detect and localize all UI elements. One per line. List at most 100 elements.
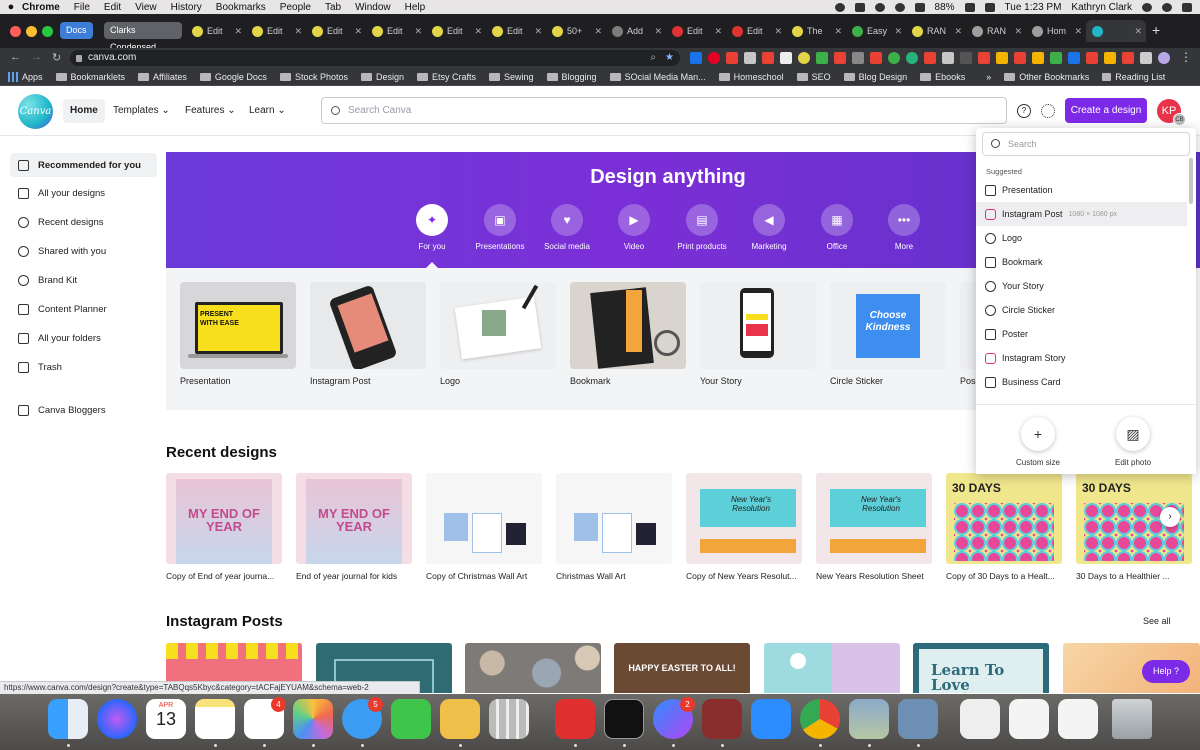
tab-close-icon[interactable]: ✕ <box>714 26 722 37</box>
search-zoom-icon[interactable]: ⌕ <box>650 50 656 66</box>
document-thumbnail-icon[interactable] <box>960 699 1000 739</box>
close-window-button[interactable] <box>10 26 21 37</box>
template-card[interactable]: Your Story <box>700 282 816 386</box>
photos-icon[interactable] <box>293 699 333 739</box>
bookmark-folder[interactable]: Etsy Crafts <box>416 72 476 82</box>
extension-icon[interactable] <box>690 52 702 64</box>
category-social-media[interactable]: ♥ Social media <box>532 204 602 251</box>
sidebar-item-recent[interactable]: Recent designs <box>10 210 157 234</box>
bookmark-folder[interactable]: Stock Photos <box>279 72 348 82</box>
tab-group-docs[interactable]: Docs <box>60 22 93 39</box>
browser-tab[interactable]: RAN ✕ <box>966 20 1026 42</box>
tab-close-icon[interactable]: ✕ <box>414 26 422 37</box>
document-thumbnail-icon[interactable] <box>1009 699 1049 739</box>
gear-icon[interactable] <box>1041 104 1055 118</box>
finder-icon[interactable] <box>48 699 88 739</box>
browser-tab[interactable]: Edit ✕ <box>486 20 546 42</box>
bookmark-folder[interactable]: Bookmarklets <box>55 72 125 82</box>
design-type-circle-sticker[interactable]: Circle Sticker <box>976 298 1187 322</box>
pinterest-icon[interactable] <box>708 52 720 64</box>
instagram-template-card[interactable] <box>465 643 601 693</box>
recent-design-card[interactable]: New Year's Resolution Copy of New Years … <box>686 473 802 581</box>
custom-size-button[interactable]: + Custom size <box>998 417 1078 467</box>
browser-tab[interactable]: The ✕ <box>786 20 846 42</box>
bookmark-folder[interactable]: Affiliates <box>138 72 187 82</box>
tab-close-icon[interactable]: ✕ <box>1134 26 1142 37</box>
bookmark-folder[interactable]: Sewing <box>489 72 534 82</box>
tab-close-icon[interactable]: ✕ <box>954 26 962 37</box>
extension-icon[interactable] <box>1068 52 1080 64</box>
extension-icon[interactable] <box>1104 52 1116 64</box>
forward-icon[interactable]: → <box>31 51 42 63</box>
mail-icon[interactable] <box>898 699 938 739</box>
control-center-icon[interactable] <box>1182 2 1192 12</box>
tab-close-icon[interactable]: ✕ <box>474 26 482 37</box>
menu-edit[interactable]: Edit <box>104 2 121 13</box>
help-button[interactable]: Help ? <box>1142 660 1190 683</box>
design-type-poster[interactable]: Poster <box>976 322 1187 346</box>
sidebar-item-trash[interactable]: Trash <box>10 355 157 379</box>
design-type-search-input[interactable]: Search <box>982 132 1190 156</box>
template-card[interactable]: Logo <box>440 282 556 386</box>
extension-icon[interactable] <box>726 52 738 64</box>
battery-percent[interactable]: 88% <box>935 2 955 13</box>
template-card[interactable]: Bookmark <box>570 282 686 386</box>
browser-tab[interactable]: Edit ✕ <box>306 20 366 42</box>
browser-tab[interactable]: Easy ✕ <box>846 20 906 42</box>
extension-icon[interactable] <box>798 52 810 64</box>
template-card[interactable]: Choose Kindness Circle Sticker <box>830 282 946 386</box>
recent-design-card[interactable]: Copy of Christmas Wall Art <box>426 473 542 581</box>
browser-tab[interactable]: RAN ✕ <box>906 20 966 42</box>
menu-tab[interactable]: Tab <box>325 2 341 13</box>
menu-app[interactable]: Chrome <box>22 2 60 13</box>
document-thumbnail-icon[interactable] <box>1058 699 1098 739</box>
sidebar-item-shared[interactable]: Shared with you <box>10 239 157 263</box>
dropdown-scrollbar[interactable] <box>1189 158 1193 204</box>
design-type-presentation[interactable]: Presentation <box>976 178 1187 202</box>
minimize-window-button[interactable] <box>26 26 37 37</box>
category-video[interactable]: ▶ Video <box>599 204 669 251</box>
extension-icon[interactable] <box>852 52 864 64</box>
nav-learn[interactable]: Learn ⌄ <box>242 99 293 123</box>
recent-design-card[interactable]: Christmas Wall Art <box>556 473 672 581</box>
extension-icon[interactable] <box>942 52 954 64</box>
chrome-icon[interactable] <box>800 699 840 739</box>
category-presentations[interactable]: ▣ Presentations <box>465 204 535 251</box>
category-office[interactable]: ▦ Office <box>802 204 872 251</box>
wifi-icon[interactable] <box>894 2 905 12</box>
design-type-business-card[interactable]: Business Card <box>976 370 1187 394</box>
menu-window[interactable]: Window <box>355 2 391 13</box>
extension-icon[interactable] <box>1032 52 1044 64</box>
menu-clock[interactable]: Tue 1:23 PM <box>1005 2 1062 13</box>
instagram-template-card[interactable]: Learn To Love <box>913 643 1049 693</box>
tab-close-icon[interactable]: ✕ <box>234 26 242 37</box>
extension-icon[interactable] <box>870 52 882 64</box>
recent-design-card[interactable]: 30 DAYS Copy of 30 Days to a Healt... <box>946 473 1062 581</box>
category-print-products[interactable]: ▤ Print products <box>667 204 737 251</box>
facetime-icon[interactable] <box>391 699 431 739</box>
sidebar-item-recommended[interactable]: Recommended for you <box>10 153 157 177</box>
tab-close-icon[interactable]: ✕ <box>894 26 902 37</box>
instagram-template-card[interactable] <box>764 643 900 693</box>
instagram-template-card[interactable]: HAPPY EASTER TO ALL! <box>614 643 750 693</box>
dictionary-icon[interactable] <box>702 699 742 739</box>
browser-tab[interactable]: 50+ ✕ <box>546 20 606 42</box>
battery-icon[interactable] <box>964 2 975 12</box>
sidebar-item-all-designs[interactable]: All your designs <box>10 181 157 205</box>
browser-tab-active[interactable]: ✕ <box>1086 20 1146 42</box>
menu-file[interactable]: File <box>74 2 90 13</box>
design-type-instagram-story[interactable]: Instagram Story <box>976 346 1187 370</box>
star-icon[interactable]: ★ <box>665 50 674 66</box>
design-type-bookmark[interactable]: Bookmark <box>976 250 1187 274</box>
spotlight-icon[interactable] <box>1142 2 1152 12</box>
sidebar-item-team[interactable]: Canva Bloggers <box>10 398 157 422</box>
notes-icon[interactable] <box>195 699 235 739</box>
extension-icon[interactable] <box>816 52 828 64</box>
chrome-menu-icon[interactable]: ⋮ <box>1180 50 1192 64</box>
reading-list[interactable]: Reading List <box>1102 72 1165 82</box>
pages-icon[interactable] <box>440 699 480 739</box>
tab-close-icon[interactable]: ✕ <box>834 26 842 37</box>
bookmark-folder[interactable]: Blog Design <box>843 72 907 82</box>
browser-tab[interactable]: Edit ✕ <box>666 20 726 42</box>
extension-icon[interactable] <box>1050 52 1062 64</box>
